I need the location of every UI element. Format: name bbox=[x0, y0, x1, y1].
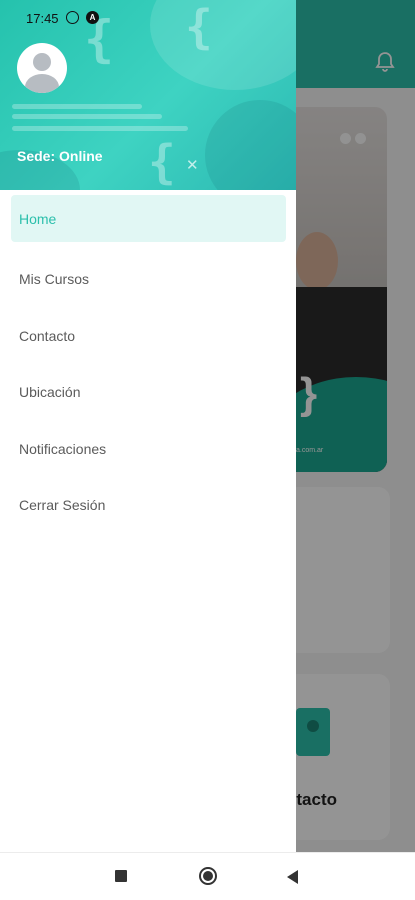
app-notification-icon: A bbox=[86, 11, 99, 24]
status-icons-left: A bbox=[66, 11, 99, 24]
drawer-menu: Home Mis Cursos Contacto Ubicación Notif… bbox=[0, 195, 296, 534]
drawer-header: { { { ✕ 17:45 A 100 Sede: Online bbox=[0, 0, 296, 190]
system-nav-bar bbox=[0, 852, 415, 900]
menu-item-cerrar-sesion[interactable]: Cerrar Sesión bbox=[0, 477, 296, 534]
avatar-body bbox=[25, 74, 59, 93]
header-faint-line bbox=[12, 126, 188, 131]
header-faint-line bbox=[12, 114, 162, 119]
menu-item-notificaciones[interactable]: Notificaciones bbox=[0, 421, 296, 478]
avatar-head bbox=[33, 53, 51, 71]
brace-decoration-icon: { bbox=[185, 0, 213, 54]
menu-item-contacto[interactable]: Contacto bbox=[0, 308, 296, 365]
menu-item-home[interactable]: Home bbox=[11, 195, 286, 242]
header-decoration bbox=[205, 100, 296, 190]
sede-label: Sede: Online bbox=[17, 148, 103, 164]
header-decoration bbox=[150, 0, 296, 90]
status-time: 17:45 bbox=[26, 11, 59, 26]
menu-item-label: Mis Cursos bbox=[19, 271, 90, 288]
circle-icon[interactable] bbox=[199, 867, 217, 885]
triangle-back-icon[interactable] bbox=[287, 870, 298, 884]
navigation-drawer: { { { ✕ 17:45 A 100 Sede: Online Home Mi… bbox=[0, 0, 296, 852]
menu-item-label: Home bbox=[19, 210, 57, 227]
brace-decoration-icon: { bbox=[148, 135, 176, 189]
menu-item-label: Notificaciones bbox=[19, 440, 107, 457]
square-icon[interactable] bbox=[115, 870, 127, 882]
x-decoration-icon: ✕ bbox=[186, 157, 199, 174]
header-faint-line bbox=[12, 104, 142, 109]
menu-item-ubicacion[interactable]: Ubicación bbox=[0, 364, 296, 421]
menu-item-mis-cursos[interactable]: Mis Cursos bbox=[0, 251, 296, 308]
user-avatar-icon[interactable] bbox=[17, 43, 67, 93]
alarm-icon bbox=[66, 11, 79, 24]
menu-item-label: Ubicación bbox=[19, 384, 81, 401]
menu-item-label: Contacto bbox=[19, 327, 76, 344]
menu-item-label: Cerrar Sesión bbox=[19, 497, 106, 514]
